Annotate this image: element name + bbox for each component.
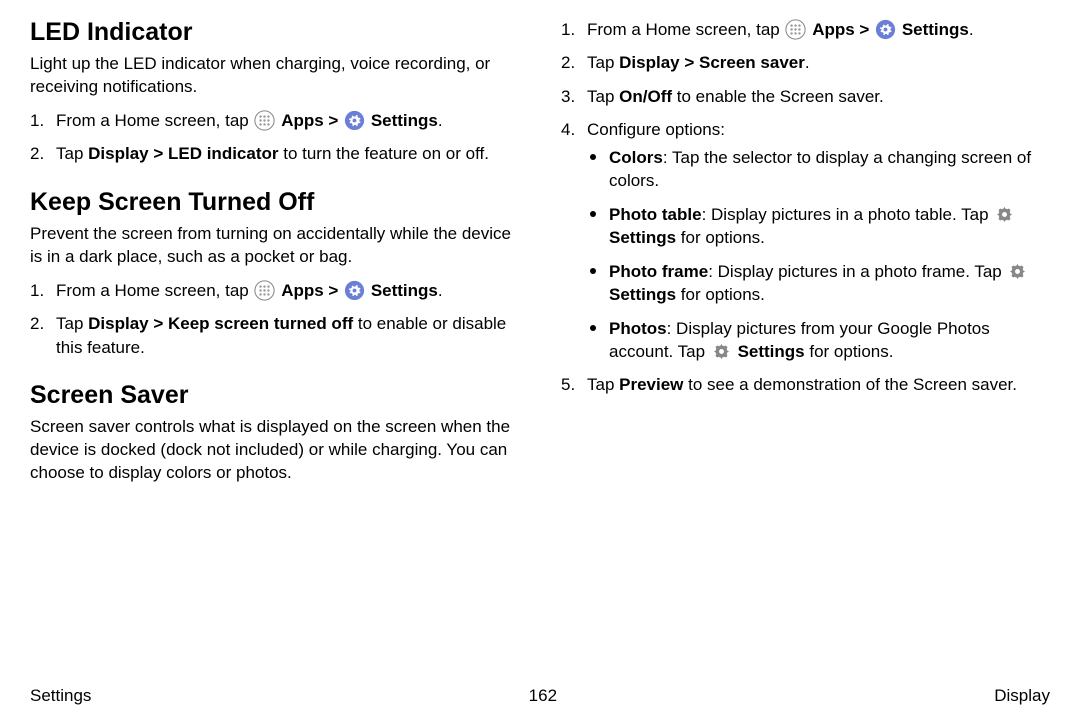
option-photos: Photos: Display pictures from your Googl… [587,317,1050,364]
text: From a Home screen, tap [587,20,784,39]
text: . [438,281,443,300]
gear-icon [711,341,732,362]
option-colors: Colors: Tap the selector to display a ch… [587,146,1050,193]
step-led-2: Tap Display > LED indicator to turn the … [30,142,519,165]
settings-label: Settings [609,285,676,304]
settings-label: Settings [609,228,676,247]
footer-left: Settings [30,686,91,706]
option-photo-frame: Photo frame: Display pictures in a photo… [587,260,1050,307]
step-saver-3: Tap On/Off to enable the Screen saver. [561,85,1050,108]
step-led-1: From a Home screen, tap Apps > Settings. [30,109,519,132]
step-saver-2: Tap Display > Screen saver. [561,51,1050,74]
text: From a Home screen, tap [56,111,253,130]
text: Tap [56,144,88,163]
settings-label: Settings [371,111,438,130]
bold-text: Colors [609,148,663,167]
option-photo-table: Photo table: Display pictures in a photo… [587,203,1050,250]
text: . [805,53,810,72]
text: : Tap the selector to display a changing… [609,148,1031,190]
text: Tap [56,314,88,333]
text: : Display pictures in a photo table. Tap [702,205,994,224]
section-led-indicator: LED Indicator Light up the LED indicator… [30,18,519,166]
text: : Display pictures in a photo frame. Tap [708,262,1006,281]
text: From a Home screen, tap [56,281,253,300]
text: for options. [676,228,765,247]
intro-keep: Prevent the screen from turning on accid… [30,223,519,269]
section-screen-saver-intro: Screen Saver Screen saver controls what … [30,381,519,485]
text: for options. [676,285,765,304]
gear-icon [994,204,1015,225]
text: Configure options: [587,120,725,139]
bold-text: Display > Keep screen turned off [88,314,353,333]
intro-saver: Screen saver controls what is displayed … [30,416,519,485]
page-number: 162 [529,686,557,706]
text: to enable the Screen saver. [672,87,884,106]
apps-icon [254,280,275,301]
gear-icon [344,280,365,301]
heading-saver: Screen Saver [30,381,519,410]
text: . [969,20,974,39]
section-keep-screen-off: Keep Screen Turned Off Prevent the scree… [30,188,519,359]
apps-icon [785,19,806,40]
bold-text: On/Off [619,87,672,106]
step-keep-2: Tap Display > Keep screen turned off to … [30,312,519,359]
bold-text: Preview [619,375,683,394]
heading-led: LED Indicator [30,18,519,47]
chevron: > [324,281,343,300]
chevron: > [855,20,874,39]
bold-text: Photos [609,319,667,338]
settings-label: Settings [738,342,805,361]
steps-saver: From a Home screen, tap Apps > Settings.… [561,18,1050,397]
apps-label: Apps [281,281,324,300]
text: Tap [587,375,619,394]
bold-text: Display > Screen saver [619,53,805,72]
steps-led: From a Home screen, tap Apps > Settings.… [30,109,519,166]
apps-label: Apps [812,20,855,39]
page-footer: Settings 162 Display [30,686,1050,706]
page-columns: LED Indicator Light up the LED indicator… [30,18,1050,658]
apps-label: Apps [281,111,324,130]
bold-text: Photo frame [609,262,708,281]
apps-icon [254,110,275,131]
text: Tap [587,53,619,72]
steps-keep: From a Home screen, tap Apps > Settings.… [30,279,519,359]
right-column: From a Home screen, tap Apps > Settings.… [561,18,1050,658]
step-saver-4: Configure options: Colors: Tap the selec… [561,118,1050,363]
text: for options. [805,342,894,361]
settings-label: Settings [902,20,969,39]
step-keep-1: From a Home screen, tap Apps > Settings. [30,279,519,302]
text: to see a demonstration of the Screen sav… [683,375,1017,394]
intro-led: Light up the LED indicator when charging… [30,53,519,99]
text: Tap [587,87,619,106]
bold-text: Photo table [609,205,702,224]
bold-text: Display > LED indicator [88,144,278,163]
settings-label: Settings [371,281,438,300]
left-column: LED Indicator Light up the LED indicator… [30,18,519,658]
step-saver-1: From a Home screen, tap Apps > Settings. [561,18,1050,41]
saver-options: Colors: Tap the selector to display a ch… [587,146,1050,364]
footer-right: Display [994,686,1050,706]
gear-icon [1007,261,1028,282]
gear-icon [875,19,896,40]
heading-keep: Keep Screen Turned Off [30,188,519,217]
gear-icon [344,110,365,131]
text: . [438,111,443,130]
chevron: > [324,111,343,130]
text: to turn the feature on or off. [279,144,489,163]
step-saver-5: Tap Preview to see a demonstration of th… [561,373,1050,396]
